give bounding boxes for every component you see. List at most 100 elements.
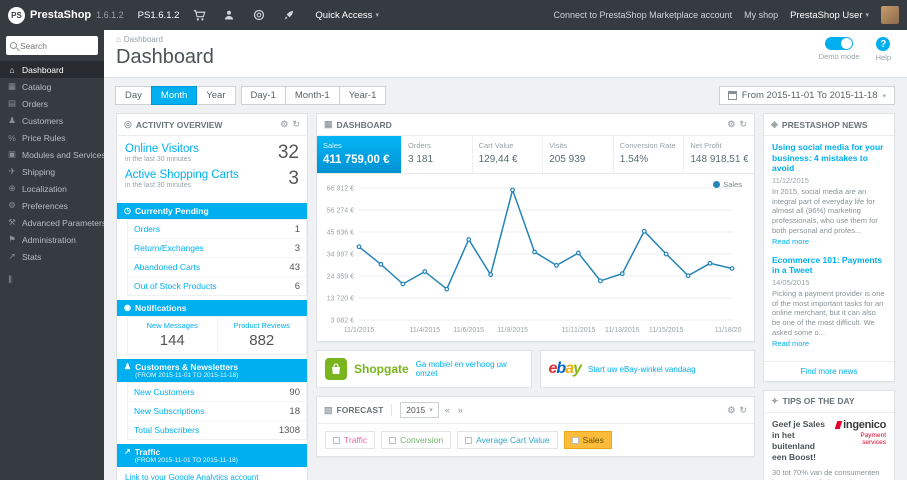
legend-chip-sales[interactable]: Sales	[563, 431, 612, 449]
news-article-title[interactable]: Ecommerce 101: Payments in a Tweet	[772, 255, 886, 276]
shopgate-logo-icon	[325, 358, 347, 380]
sidebar-item-orders[interactable]: ▤ Orders	[0, 95, 104, 112]
kpi-sales[interactable]: Sales 411 759,00 €	[317, 136, 402, 173]
legend-chip-traffic[interactable]: Traffic	[325, 431, 376, 449]
customers-notifications-icon[interactable]	[219, 9, 239, 21]
sidebar-item-administration[interactable]: ⚑ Administration	[0, 231, 104, 248]
onboarding-rocket-icon[interactable]	[279, 9, 299, 21]
year-select[interactable]: 2015 ▾	[400, 402, 439, 418]
cart-icon[interactable]	[189, 9, 209, 22]
gear-icon[interactable]: ⚙	[727, 405, 735, 416]
sidebar-item-localization[interactable]: ⊕ Localization	[0, 180, 104, 197]
gear-icon[interactable]: ⚙	[727, 119, 735, 130]
sidebar-item-catalog[interactable]: ▦ Catalog	[0, 78, 104, 95]
dashboard-panel: ▦ DASHBOARD ⚙ ↻ Sales 411 759,00 € Orders…	[316, 113, 755, 342]
kpi-orders[interactable]: Orders 3 181	[402, 136, 473, 173]
shopgate-promo[interactable]: Shopgate Ga mobiel en verhoog uw omzet	[316, 350, 532, 388]
shop-name-link[interactable]: PS1.6.1.2	[138, 10, 180, 21]
demo-mode-toggle[interactable]	[825, 37, 854, 50]
search-input[interactable]	[20, 40, 94, 51]
my-shop-link[interactable]: My shop	[744, 10, 778, 20]
help-icon[interactable]: ?	[876, 37, 891, 51]
customers-link[interactable]: New Customers	[134, 387, 194, 397]
marketplace-link[interactable]: Connect to PrestaShop Marketplace accoun…	[554, 10, 733, 20]
user-menu[interactable]: PrestaShop User ▾	[790, 10, 869, 21]
pending-link[interactable]: Out of Stock Products	[134, 281, 217, 291]
legend-chip-conversion[interactable]: Conversion	[381, 431, 452, 449]
year-1-button[interactable]: Year-1	[338, 86, 387, 105]
sidebar-item-preferences[interactable]: ⚙ Preferences	[0, 197, 104, 214]
news-article-body: Picking a payment provider is one of the…	[772, 288, 885, 337]
new-messages-cell[interactable]: New Messages 144	[128, 317, 217, 354]
previous-year-button[interactable]: «	[443, 405, 452, 415]
year-button[interactable]: Year	[196, 86, 236, 105]
google-analytics-link[interactable]: Link to your Google Analytics account	[125, 473, 258, 480]
messages-icon[interactable]	[249, 9, 269, 21]
date-toolbar: Day Month Year Day-1 Month-1 Year-1 From…	[104, 78, 907, 111]
kpi-visits[interactable]: Visits 205 939	[543, 136, 614, 173]
pending-link[interactable]: Return/Exchanges	[134, 243, 204, 253]
refresh-icon[interactable]: ↻	[739, 405, 747, 416]
date-range-picker[interactable]: From 2015-11-01 To 2015-11-18 ▾	[718, 86, 895, 105]
sidebar-item-price-rules[interactable]: % Price Rules	[0, 129, 104, 146]
active-carts-row[interactable]: Active Shopping Carts in the last 30 min…	[125, 169, 299, 189]
pending-link[interactable]: Abandoned Carts	[134, 262, 200, 272]
kpi-cart-value[interactable]: Cart Value 129,44 €	[473, 136, 544, 173]
pending-link[interactable]: Orders	[134, 224, 160, 234]
sidebar: ⌂ Dashboard ▦ Catalog ▤ Orders ♟ Customers %…	[0, 30, 104, 480]
day-1-button[interactable]: Day-1	[240, 86, 286, 105]
customers-link[interactable]: New Subscriptions	[134, 406, 204, 416]
ingenico-logo-subtext: Payment services	[860, 431, 886, 446]
collapse-sidebar-button[interactable]: ‖	[8, 275, 96, 286]
news-article-title[interactable]: Using social media for your business: 4 …	[772, 142, 886, 174]
caret-down-icon: ▾	[429, 407, 433, 414]
read-more-link[interactable]: Read more	[772, 237, 809, 246]
month-button[interactable]: Month	[150, 86, 198, 105]
checkbox-icon	[571, 436, 579, 444]
customers-link[interactable]: Total Subscribers	[134, 425, 199, 435]
list-item: Total Subscribers 1308	[128, 421, 306, 439]
next-year-button[interactable]: »	[456, 405, 465, 415]
find-more-news-link[interactable]: Find more news	[764, 360, 894, 381]
day-button[interactable]: Day	[115, 86, 152, 105]
kpi-net-profit[interactable]: Net Profit 148 918,51 €	[684, 136, 754, 173]
ebay-logo-icon: ebay	[548, 360, 582, 377]
brand[interactable]: PS PrestaShop 1.6.1.2	[8, 6, 124, 24]
product-reviews-value: 882	[249, 332, 275, 349]
stats-icon: ↗	[8, 251, 16, 261]
pending-value: 3	[294, 242, 300, 254]
shopgate-promo-link[interactable]: Ga mobiel en verhoog uw omzet	[416, 360, 523, 378]
sidebar-item-stats[interactable]: ↗ Stats	[0, 248, 104, 265]
refresh-icon[interactable]: ↻	[292, 119, 300, 130]
gear-icon[interactable]: ⚙	[280, 119, 288, 130]
forecast-icon: ▧	[324, 404, 333, 415]
sidebar-item-shipping[interactable]: ✈ Shipping	[0, 163, 104, 180]
quick-access-menu[interactable]: Quick Access ▾	[315, 10, 379, 21]
activity-panel-header: ◎ ACTIVITY OVERVIEW ⚙ ↻	[117, 114, 307, 136]
read-more-link[interactable]: Read more	[772, 339, 809, 348]
user-avatar[interactable]	[881, 6, 899, 24]
sidebar-nav: ⌂ Dashboard ▦ Catalog ▤ Orders ♟ Customers %…	[0, 61, 104, 265]
list-item: New Subscriptions 18	[128, 402, 306, 421]
refresh-icon[interactable]: ↻	[739, 119, 747, 130]
month-1-button[interactable]: Month-1	[284, 86, 340, 105]
kpi-conversion-rate[interactable]: Conversion Rate 1.54%	[614, 136, 685, 173]
online-visitors-row[interactable]: Online Visitors in the last 30 minutes 3…	[125, 143, 299, 163]
svg-text:24 359 €: 24 359 €	[327, 273, 354, 280]
sidebar-item-dashboard[interactable]: ⌂ Dashboard	[0, 61, 104, 78]
legend-chip-average-cart-value[interactable]: Average Cart Value	[457, 431, 558, 449]
sidebar-item-customers[interactable]: ♟ Customers	[0, 112, 104, 129]
traffic-section-header: ↗ Traffic (FROM 2015-11-01 TO 2015-11-18…	[117, 444, 307, 467]
breadcrumb: ⌂ Dashboard	[116, 35, 895, 44]
sales-chart-area: Sales 66 912 € 56 274 € 45 636 € 34 997 € 24…	[317, 174, 754, 341]
product-reviews-cell[interactable]: Product Reviews 882	[216, 317, 307, 354]
customers-icon: ♟	[8, 115, 16, 125]
users-icon: ♟	[124, 362, 132, 371]
sidebar-item-modules[interactable]: ▣ Modules and Services	[0, 146, 104, 163]
prestashop-logo-icon: PS	[8, 6, 25, 24]
ebay-promo[interactable]: ebay Start uw eBay-winkel vandaag	[539, 350, 755, 388]
sidebar-item-advanced-parameters[interactable]: ⚒ Advanced Parameters	[0, 214, 104, 231]
chart-legend[interactable]: Sales	[713, 180, 742, 189]
brand-name: PrestaShop	[30, 9, 92, 21]
ebay-promo-link[interactable]: Start uw eBay-winkel vandaag	[588, 365, 696, 374]
